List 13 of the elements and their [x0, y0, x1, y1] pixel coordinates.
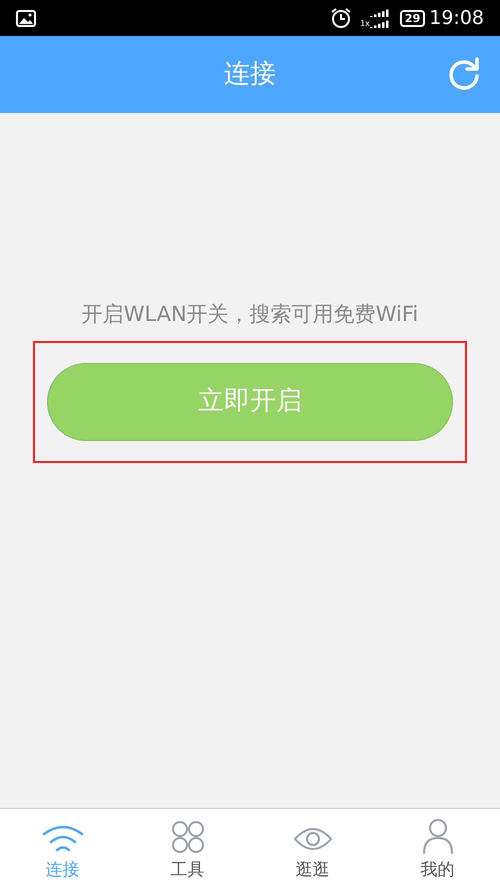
page-title: 连接 [224, 58, 276, 91]
image-icon [16, 10, 36, 26]
grid-icon [170, 820, 204, 854]
alarm-icon [330, 7, 352, 29]
clock: 19:08 [429, 6, 484, 31]
nav-tab[interactable]: 我的 [375, 809, 500, 889]
battery-indicator: 29 [400, 10, 426, 26]
nav-tab[interactable]: 工具 [125, 809, 250, 889]
wifi-prompt: 开启WLAN开关，搜索可用免费WiFi [82, 301, 418, 328]
wifi-icon [40, 824, 84, 854]
person-icon [420, 818, 454, 854]
network-type: 1x [360, 18, 370, 30]
nav-tab[interactable]: 逛逛 [250, 809, 375, 889]
